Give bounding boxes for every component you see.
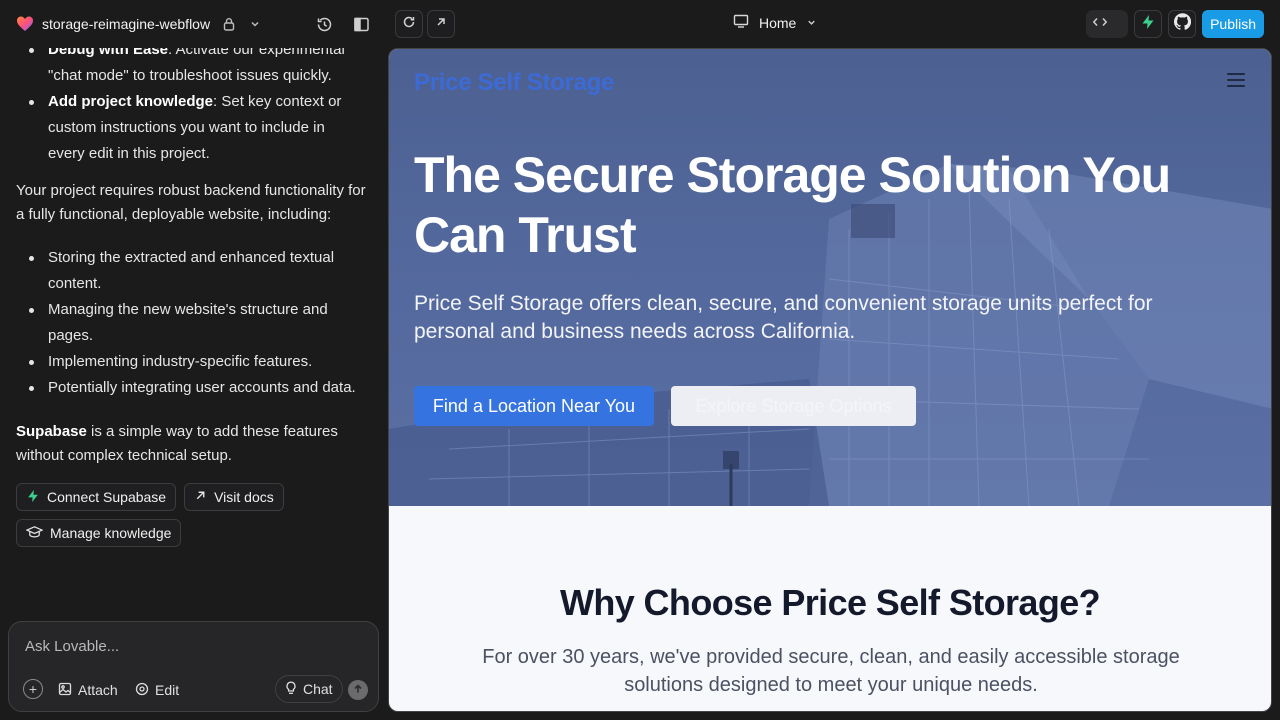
code-icon	[1092, 15, 1108, 34]
monitor-icon	[733, 14, 749, 31]
hero-section: Price Self Storage The Secure Storage So…	[389, 49, 1271, 506]
backend-list: Storing the extracted and enhanced textu…	[0, 245, 388, 401]
edit-button[interactable]: Edit	[135, 679, 179, 701]
chat-mode-button[interactable]: Chat	[275, 675, 343, 703]
list-item: Managing the new website's structure and…	[0, 297, 388, 349]
chevron-down-icon	[806, 15, 817, 31]
arrow-up-right-icon	[434, 15, 448, 34]
chat-input-toolbar: + Attach Edit Chat	[9, 675, 378, 703]
history-icon[interactable]	[315, 15, 333, 33]
list-item: Potentially integrating user accounts an…	[0, 375, 388, 401]
chevron-down-icon[interactable]	[246, 15, 264, 33]
add-button[interactable]: +	[23, 679, 43, 699]
feature-list: Debug with Ease: Activate our experiment…	[0, 48, 388, 167]
code-view-toggle[interactable]	[1086, 10, 1129, 38]
lightbulb-icon	[285, 681, 297, 698]
edit-label: Edit	[155, 682, 180, 698]
site-brand-logo[interactable]: Price Self Storage	[414, 69, 614, 97]
manage-knowledge-button[interactable]: Manage knowledge	[16, 519, 182, 547]
connect-supabase-button[interactable]: Connect Supabase	[16, 483, 177, 511]
supabase-icon	[1140, 14, 1156, 35]
refresh-icon	[402, 15, 416, 34]
open-in-new-tab-button[interactable]	[427, 10, 455, 38]
site-preview: Price Self Storage The Secure Storage So…	[388, 48, 1272, 712]
top-bar: storage-reimagine-webflow Home Publish	[0, 0, 1280, 48]
supabase-paragraph: Supabase is a simple way to add these fe…	[16, 423, 338, 464]
target-icon	[135, 682, 149, 699]
page-selector[interactable]: Home	[733, 14, 817, 31]
connect-supabase-label: Connect Supabase	[47, 489, 167, 505]
why-choose-subtitle: For over 30 years, we've provided secure…	[482, 646, 1180, 696]
plus-icon: +	[28, 681, 38, 697]
send-button[interactable]	[348, 680, 368, 700]
visit-docs-label: Visit docs	[214, 489, 274, 505]
graduation-cap-icon	[25, 525, 44, 542]
lovable-logo-icon	[16, 15, 34, 33]
list-item: Implementing industry-specific features.	[0, 349, 388, 375]
backend-paragraph: Your project requires robust backend fun…	[16, 182, 366, 223]
image-icon	[58, 682, 72, 699]
project-switcher[interactable]: storage-reimagine-webflow	[16, 12, 264, 36]
manage-knowledge-label: Manage knowledge	[50, 525, 172, 541]
sidebar-toggle-icon[interactable]	[352, 15, 370, 33]
github-icon	[1173, 13, 1191, 35]
chat-mode-label: Chat	[303, 681, 333, 697]
list-item: Debug with Ease: Activate our experiment…	[0, 48, 388, 89]
project-name: storage-reimagine-webflow	[42, 16, 211, 32]
publish-button[interactable]: Publish	[1202, 10, 1264, 38]
hero-background-image	[389, 164, 1271, 506]
chat-panel: Debug with Ease: Activate our experiment…	[0, 48, 388, 720]
find-location-button[interactable]: Find a Location Near You	[414, 386, 654, 426]
chat-input-box: Ask Lovable... + Attach Edit Chat	[8, 621, 379, 712]
why-choose-heading: Why Choose Price Self Storage?	[559, 582, 1101, 623]
refresh-button[interactable]	[395, 10, 423, 38]
hero-subtitle: Price Self Storage offers clean, secure,…	[414, 292, 1153, 343]
attach-label: Attach	[78, 682, 118, 698]
lock-icon	[220, 15, 238, 33]
right-toolbar: Publish	[1086, 10, 1264, 38]
hero-title: The Secure Storage Solution You Can Trus…	[414, 147, 1171, 263]
list-item: Storing the extracted and enhanced textu…	[0, 245, 388, 297]
visit-docs-button[interactable]: Visit docs	[184, 483, 284, 511]
arrow-up-icon	[353, 683, 363, 697]
github-button[interactable]	[1168, 10, 1197, 38]
arrow-up-right-icon	[194, 489, 207, 505]
supabase-icon	[26, 489, 40, 506]
app-window: storage-reimagine-webflow Home Publish D…	[0, 0, 1280, 720]
chat-input[interactable]: Ask Lovable...	[25, 638, 119, 655]
hamburger-menu-icon[interactable]	[1227, 73, 1245, 87]
supabase-button[interactable]	[1134, 10, 1163, 38]
attach-button[interactable]: Attach	[58, 679, 118, 701]
action-chips: Connect Supabase Visit docs Manage knowl…	[0, 483, 300, 547]
explore-storage-button[interactable]: Explore Storage Options	[671, 386, 916, 426]
list-item: Add project knowledge: Set key context o…	[0, 89, 388, 167]
page-selector-label: Home	[759, 14, 797, 31]
